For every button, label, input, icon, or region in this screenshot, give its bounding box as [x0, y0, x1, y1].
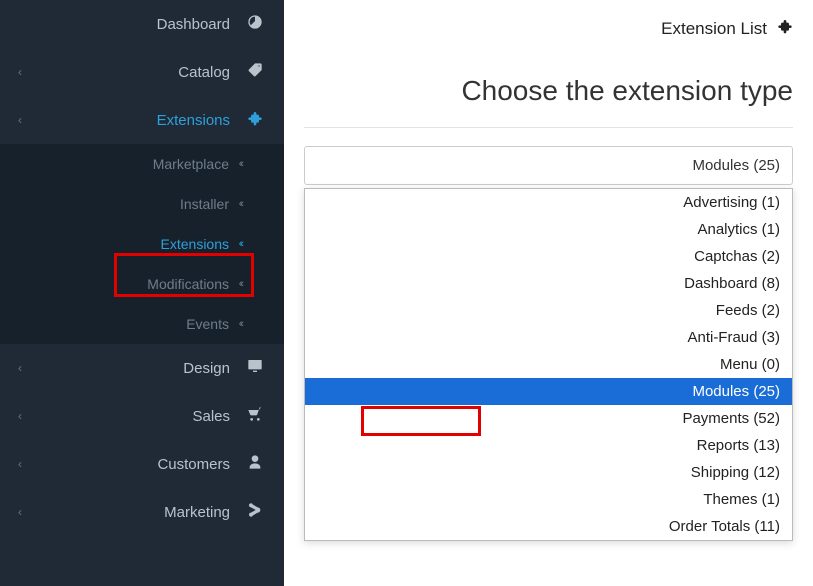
sidebar-item-customers[interactable]: Customers ›	[0, 440, 284, 488]
main-content: Extension List Choose the extension type…	[284, 0, 813, 586]
puzzle-icon	[244, 110, 266, 130]
sidebar-item-marketing[interactable]: Marketing ›	[0, 488, 284, 536]
puzzle-icon	[777, 18, 793, 39]
dropdown-option[interactable]: Order Totals (11)	[305, 513, 792, 540]
sidebar-item-label: Design	[22, 360, 230, 377]
sidebar-item-label: Events	[18, 316, 229, 332]
sidebar-sub-installer[interactable]: ›› Installer	[0, 184, 284, 224]
sidebar-item-label: Customers	[22, 456, 230, 473]
dropdown-option[interactable]: Analytics (1)	[305, 216, 792, 243]
cart-icon	[244, 406, 266, 426]
panel-header: Extension List	[284, 0, 813, 39]
sidebar-item-label: Modifications	[18, 276, 229, 292]
dropdown-option[interactable]: Advertising (1)	[305, 189, 792, 216]
sidebar-sub-events[interactable]: ›› Events	[0, 304, 284, 344]
sidebar-item-label: Extensions	[18, 236, 229, 252]
dropdown-option[interactable]: Modules (25)	[305, 378, 792, 405]
sidebar-sub-marketplace[interactable]: ›› Marketplace	[0, 144, 284, 184]
sidebar-item-label: Catalog	[22, 64, 230, 81]
panel-title: Extension List	[661, 19, 767, 39]
sidebar-item-sales[interactable]: Sales ›	[0, 392, 284, 440]
sidebar-item-catalog[interactable]: Catalog ›	[0, 48, 284, 96]
sidebar-item-label: Extensions	[22, 112, 230, 129]
extension-type-dropdown[interactable]: Advertising (1)Analytics (1)Captchas (2)…	[304, 188, 793, 541]
sidebar-item-label: Marketing	[22, 504, 230, 521]
chevron-double-icon: ››	[241, 158, 244, 170]
sidebar: Dashboard Catalog › Extensions › ›› Mark…	[0, 0, 284, 586]
dropdown-option[interactable]: Captchas (2)	[305, 243, 792, 270]
chevron-double-icon: ››	[241, 198, 244, 210]
user-icon	[244, 454, 266, 474]
share-icon	[244, 502, 266, 522]
tag-icon	[244, 62, 266, 82]
dropdown-option[interactable]: Anti-Fraud (3)	[305, 324, 792, 351]
sidebar-item-label: Sales	[22, 408, 230, 425]
dropdown-option[interactable]: Themes (1)	[305, 486, 792, 513]
dropdown-option[interactable]: Menu (0)	[305, 351, 792, 378]
chevron-double-icon: ››	[241, 318, 244, 330]
dashboard-icon	[244, 14, 266, 34]
divider	[304, 127, 793, 128]
chevron-double-icon: ››	[241, 278, 244, 290]
sidebar-sub-modifications[interactable]: ›› Modifications	[0, 264, 284, 304]
chevron-double-icon: ››	[241, 238, 244, 250]
sidebar-item-design[interactable]: Design ›	[0, 344, 284, 392]
dropdown-option[interactable]: Feeds (2)	[305, 297, 792, 324]
sidebar-item-label: Dashboard	[18, 16, 230, 33]
sidebar-item-dashboard[interactable]: Dashboard	[0, 0, 284, 48]
dropdown-option[interactable]: Shipping (12)	[305, 459, 792, 486]
sidebar-sub-extensions[interactable]: ›› Extensions	[0, 224, 284, 264]
dropdown-option[interactable]: Reports (13)	[305, 432, 792, 459]
sidebar-item-label: Marketplace	[18, 156, 229, 172]
sidebar-item-label: Installer	[18, 196, 229, 212]
dropdown-option[interactable]: Payments (52)	[305, 405, 792, 432]
dropdown-option[interactable]: Dashboard (8)	[305, 270, 792, 297]
monitor-icon	[244, 358, 266, 378]
extension-type-select[interactable]: Modules (25)	[304, 146, 793, 185]
sidebar-item-extensions[interactable]: Extensions ›	[0, 96, 284, 144]
section-title: Choose the extension type	[284, 39, 813, 117]
